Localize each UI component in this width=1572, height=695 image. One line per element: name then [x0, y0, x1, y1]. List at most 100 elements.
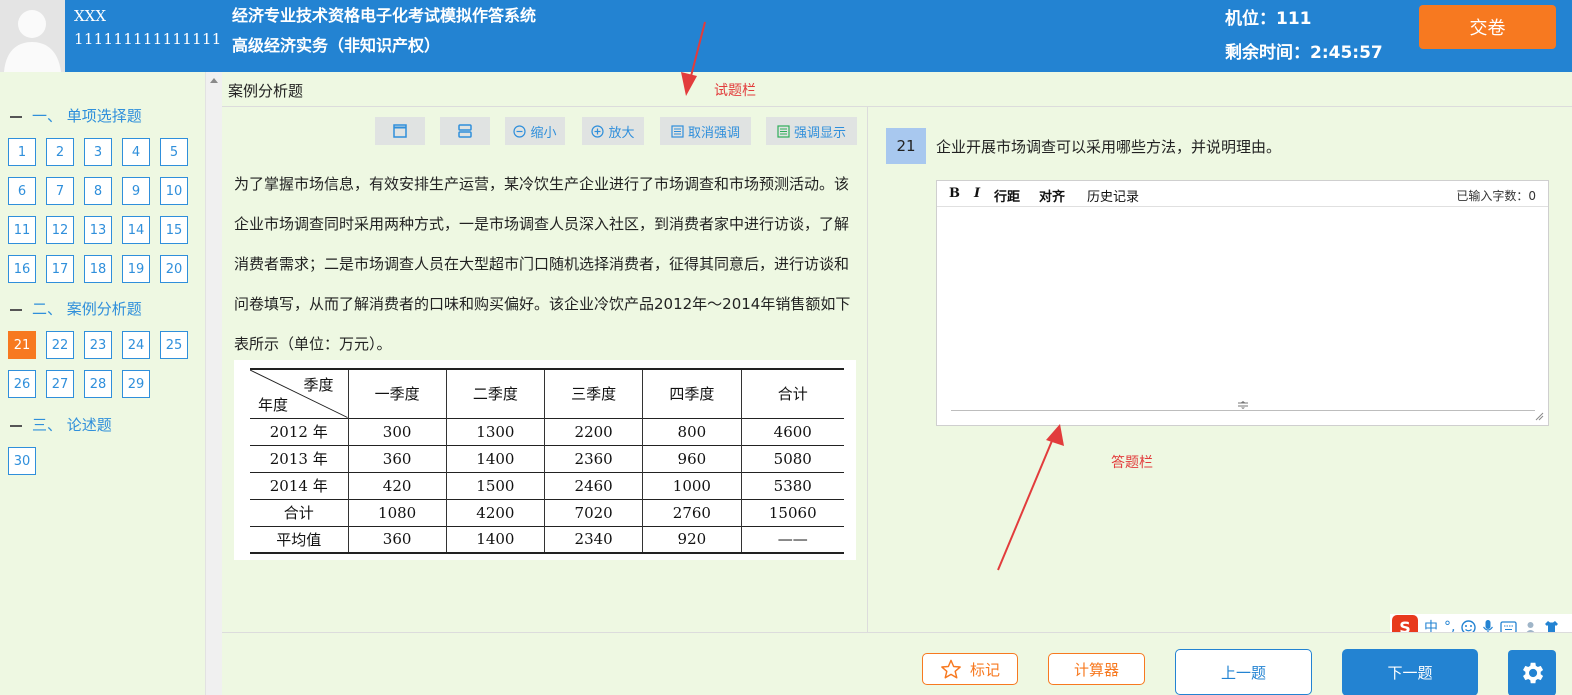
table-cell: ——	[777, 530, 808, 549]
bold-button[interactable]: B	[949, 186, 960, 201]
question-button[interactable]: 30	[8, 447, 36, 475]
question-button[interactable]: 5	[160, 138, 188, 166]
table-cell: 2200	[544, 418, 644, 445]
calculator-button[interactable]: 计算器	[1048, 653, 1145, 685]
question-button[interactable]: 24	[122, 331, 150, 359]
table-cell: 4600	[773, 422, 812, 441]
question-button[interactable]: 18	[84, 255, 112, 283]
table-cell: 300	[348, 418, 447, 445]
sales-table: 季度 年度 一季度 二季度 三季度 四季度 合计 2012 年 300 1300…	[250, 368, 844, 554]
table-row: 2013 年 360 1400 2360 960 5080	[250, 445, 844, 472]
vertical-resize-icon[interactable]	[1237, 401, 1249, 409]
answer-input[interactable]	[945, 213, 1540, 395]
question-button[interactable]: 17	[46, 255, 74, 283]
single-pane-layout-button[interactable]	[375, 117, 425, 145]
zoom-in-button[interactable]: 放大	[582, 117, 644, 145]
table-cell: 920	[642, 526, 742, 553]
table-cell: 1400	[446, 445, 546, 472]
table-cell: 1500	[446, 472, 546, 499]
question-button[interactable]: 10	[160, 177, 188, 205]
section-essay[interactable]: 三、 论述题	[10, 414, 112, 435]
sidebar-scrollbar[interactable]	[205, 72, 222, 695]
bottom-action-bar: 标记 计算器 上一题 下一题	[222, 632, 1572, 695]
question-button[interactable]: 3	[84, 138, 112, 166]
zoom-out-button[interactable]: 缩小	[505, 117, 565, 145]
settings-button[interactable]	[1508, 650, 1556, 695]
question-button[interactable]: 22	[46, 331, 74, 359]
question-area: 案例分析题 试题栏 缩小 放大 取消强调 强调显示 为了掌握市场信息，有效安排生…	[222, 21, 1572, 632]
question-button[interactable]: 29	[122, 370, 150, 398]
table-cell: 960	[642, 445, 742, 472]
column-header: 三季度	[544, 369, 644, 418]
next-question-button[interactable]: 下一题	[1342, 649, 1478, 695]
system-title: 经济专业技术资格电子化考试模拟作答系统	[232, 6, 537, 25]
collapse-icon	[10, 308, 22, 311]
question-button[interactable]: 12	[46, 216, 74, 244]
question-button[interactable]: 19	[122, 255, 150, 283]
row-label: 2013 年	[250, 445, 349, 472]
question-button[interactable]: 14	[122, 216, 150, 244]
question-button[interactable]: 6	[8, 177, 36, 205]
question-button[interactable]: 15	[160, 216, 188, 244]
question-button[interactable]: 2	[46, 138, 74, 166]
section-case-analysis[interactable]: 二、 案例分析题	[10, 298, 142, 319]
exam-subject: 高级经济实务（非知识产权）	[232, 36, 441, 55]
question-button[interactable]: 9	[122, 177, 150, 205]
submit-exam-button[interactable]: 交卷	[1419, 5, 1556, 49]
question-button[interactable]: 4	[122, 138, 150, 166]
table-cell: 2340	[544, 526, 644, 553]
document-list-icon	[671, 124, 684, 138]
italic-button[interactable]: I	[974, 186, 980, 201]
divider	[222, 106, 1572, 107]
question-button[interactable]: 8	[84, 177, 112, 205]
question-button[interactable]: 25	[160, 331, 188, 359]
question-button-current[interactable]: 21	[8, 331, 36, 359]
table-row: 平均值 360 1400 2340 920 ——	[250, 526, 844, 553]
table-cell: 5380	[773, 476, 812, 495]
align-button[interactable]: 对齐	[1039, 186, 1065, 205]
question-button[interactable]: 20	[160, 255, 188, 283]
previous-question-button[interactable]: 上一题	[1175, 649, 1312, 695]
split-pane-layout-button[interactable]	[440, 117, 490, 145]
row-label: 平均值	[250, 526, 349, 553]
scroll-up-arrow-icon[interactable]	[210, 78, 218, 83]
table-cell: 7020	[544, 499, 644, 526]
question-button[interactable]: 23	[84, 331, 112, 359]
gear-icon	[1523, 662, 1544, 684]
question-button[interactable]: 11	[8, 216, 36, 244]
highlight-button[interactable]: 强调显示	[766, 117, 857, 145]
cancel-highlight-button[interactable]: 取消强调	[660, 117, 751, 145]
history-button[interactable]: 历史记录	[1087, 186, 1139, 205]
pane-divider[interactable]	[867, 107, 868, 632]
question-number-badge: 21	[886, 128, 926, 164]
table-cell: 360	[348, 526, 447, 553]
remaining-time: 剩余时间：2:45:57	[1225, 43, 1383, 63]
question-type-title: 案例分析题	[228, 82, 304, 100]
question-button[interactable]: 26	[8, 370, 36, 398]
collapse-icon	[10, 115, 22, 118]
question-navigator: 一、 单项选择题 1 2 3 4 5 6 7 8 9 10 11 12 13 1…	[0, 72, 205, 695]
question-button[interactable]: 7	[46, 177, 74, 205]
table-cell: 800	[642, 418, 742, 445]
question-button[interactable]: 28	[84, 370, 112, 398]
seat-number: 机位：111	[1225, 9, 1312, 29]
table-cell: 1300	[446, 418, 546, 445]
table-header-row: 季度 年度 一季度 二季度 三季度 四季度 合计	[250, 369, 844, 418]
line-spacing-button[interactable]: 行距	[994, 186, 1020, 205]
answer-editor: B I 行距 对齐 历史记录 已输入字数：0	[936, 180, 1549, 426]
column-header: 合计	[777, 385, 808, 404]
question-button[interactable]: 16	[8, 255, 36, 283]
question-button[interactable]: 1	[8, 138, 36, 166]
question-button[interactable]: 27	[46, 370, 74, 398]
hint-question-area: 试题栏	[714, 83, 756, 99]
question-button[interactable]: 13	[84, 216, 112, 244]
table-cell: 1080	[348, 499, 447, 526]
minus-circle-icon	[513, 124, 527, 138]
section-single-choice[interactable]: 一、 单项选择题	[10, 105, 142, 126]
mark-question-button[interactable]: 标记	[922, 653, 1018, 685]
editor-toolbar: B I 行距 对齐 历史记录 已输入字数：0	[937, 181, 1548, 207]
star-icon	[941, 659, 961, 679]
question-stem: 为了掌握市场信息，有效安排生产运营，某冷饮生产企业进行了市场调查和市场预测活动。…	[234, 175, 851, 353]
resize-grip-icon[interactable]	[1534, 411, 1544, 421]
user-name: XXX	[74, 7, 107, 25]
